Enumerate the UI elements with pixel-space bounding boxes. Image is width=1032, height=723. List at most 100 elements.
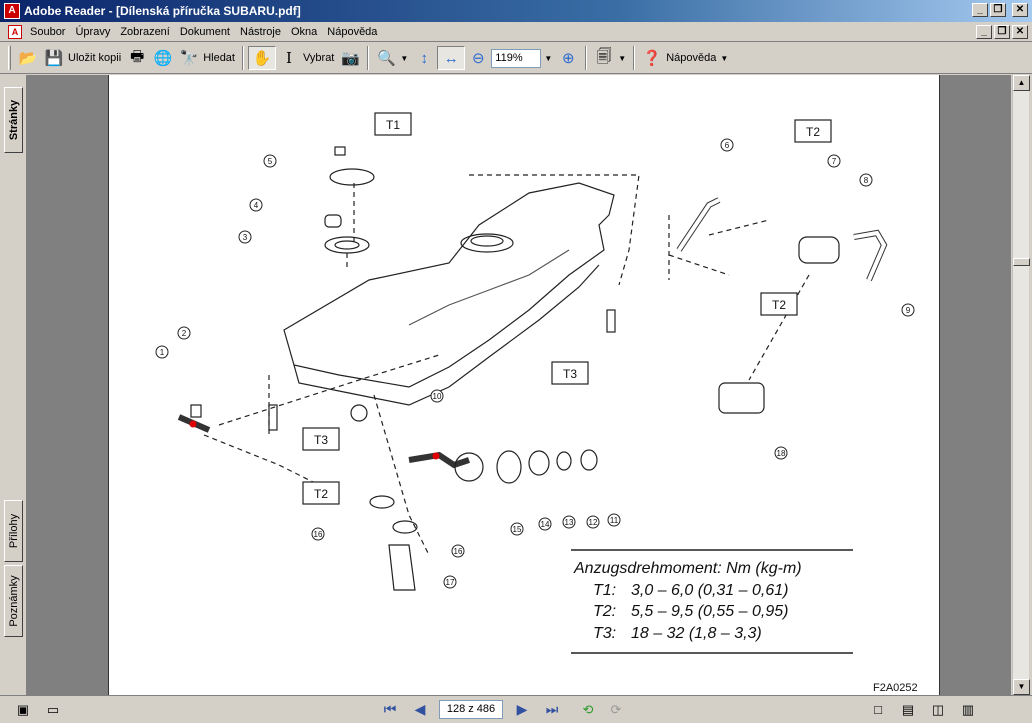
chevron-down-icon[interactable]: ▼ bbox=[720, 54, 728, 63]
first-page-icon[interactable]: ⏮ bbox=[379, 699, 401, 721]
pump-part-4a bbox=[324, 214, 342, 228]
part-number: 9 bbox=[906, 306, 911, 315]
toolbar-grip[interactable] bbox=[8, 46, 11, 70]
doc-restore-button[interactable]: ❐ bbox=[994, 25, 1010, 39]
print-button[interactable]: 🖶 bbox=[124, 46, 150, 70]
fuel-tank-outline bbox=[283, 182, 615, 388]
single-page-view-icon[interactable]: □ bbox=[867, 699, 889, 721]
menu-window[interactable]: Okna bbox=[286, 22, 322, 42]
torque-label-t1: T1: bbox=[593, 582, 616, 599]
doc-close-button[interactable]: ✕ bbox=[1012, 25, 1028, 39]
part-number: 10 bbox=[433, 392, 442, 401]
zoom-input[interactable]: 119% bbox=[491, 48, 542, 68]
go-back-icon[interactable]: ⟲ bbox=[577, 699, 599, 721]
next-page-icon[interactable]: ▶ bbox=[511, 699, 533, 721]
zoom-in-button[interactable]: ⊕ bbox=[555, 46, 581, 70]
assembly-line bbox=[346, 183, 355, 270]
continuous-facing-view-icon[interactable]: ▥ bbox=[957, 699, 979, 721]
text-cursor-icon: I bbox=[286, 49, 292, 67]
callout-label: T3 bbox=[314, 433, 328, 447]
scroll-thumb[interactable] bbox=[1013, 258, 1030, 266]
document-view[interactable]: T1 T2 T2 T3 T3 T2 1 2 3 4 5 6 7 8 9 10 1… bbox=[26, 75, 1011, 695]
tab-pages[interactable]: Stránky bbox=[4, 87, 23, 153]
document-icon[interactable]: A bbox=[8, 24, 22, 39]
ring-14 bbox=[496, 450, 522, 484]
hand-tool-button[interactable]: ✋ bbox=[247, 46, 276, 70]
menu-edit[interactable]: Úpravy bbox=[70, 22, 115, 42]
tab-pages-label: Stránky bbox=[7, 99, 20, 141]
menu-document[interactable]: Dokument bbox=[175, 22, 235, 42]
snapshot-tool-button[interactable]: 📷 bbox=[337, 46, 363, 70]
minimize-button[interactable]: _ bbox=[972, 3, 988, 17]
sender-unit-5 bbox=[329, 168, 375, 186]
vertical-scrollbar[interactable]: ▲ ▼ bbox=[1012, 75, 1030, 695]
callout-label: T2 bbox=[314, 487, 328, 501]
email-globe-icon: 🌐 bbox=[153, 50, 173, 67]
fuel-tank-seam bbox=[408, 249, 570, 326]
part-number: 16 bbox=[454, 547, 463, 556]
window-title: Adobe Reader - [Dílenská příručka SUBARU… bbox=[24, 4, 301, 18]
fit-page-button[interactable]: ↕ bbox=[411, 46, 437, 70]
page-size-icon[interactable]: ▭ bbox=[42, 699, 64, 721]
doc-minimize-button[interactable]: _ bbox=[976, 25, 992, 39]
restore-button[interactable]: ❐ bbox=[990, 3, 1006, 17]
save-copy-button[interactable]: 💾 Uložit kopii bbox=[41, 46, 124, 70]
fit-width-icon: ↔ bbox=[443, 49, 459, 67]
assembly-line bbox=[469, 174, 640, 286]
rotate-button[interactable]: 🗐 ▼ bbox=[591, 46, 629, 70]
clamp-16a bbox=[369, 495, 395, 509]
ring-12 bbox=[556, 451, 572, 471]
menu-tools[interactable]: Nástroje bbox=[235, 22, 286, 42]
menu-help[interactable]: Nápověda bbox=[322, 22, 382, 42]
save-copy-label: Uložit kopii bbox=[68, 52, 122, 64]
navigation-pane: Stránky Přílohy Poznámky bbox=[0, 75, 26, 695]
torque-value-t3: 18 – 32 (1,8 – 3,3) bbox=[631, 625, 762, 642]
fuel-tank-exploded-diagram: T1 T2 T2 T3 T3 T2 1 2 3 4 5 6 7 8 9 10 1… bbox=[155, 112, 918, 694]
bolt-t3-right bbox=[606, 309, 616, 333]
zoom-out-button[interactable]: ⊖ bbox=[465, 46, 491, 70]
last-page-icon[interactable]: ⏭ bbox=[541, 699, 563, 721]
grommet-10 bbox=[350, 404, 368, 422]
tab-notes[interactable]: Poznámky bbox=[4, 565, 23, 637]
thumbnails-toggle-icon[interactable]: ▣ bbox=[12, 699, 34, 721]
clip-2 bbox=[190, 404, 202, 418]
help-button[interactable]: ❓ Nápověda ▼ bbox=[639, 46, 731, 70]
email-button[interactable]: 🌐 bbox=[150, 46, 176, 70]
part-number: 18 bbox=[777, 449, 786, 458]
fit-page-icon: ↕ bbox=[420, 49, 429, 67]
fit-width-button[interactable]: ↔ bbox=[437, 46, 466, 70]
tab-attachments-label: Přílohy bbox=[7, 513, 20, 549]
tab-attachments[interactable]: Přílohy bbox=[4, 500, 23, 562]
open-button[interactable]: 📂 bbox=[15, 46, 41, 70]
part-number: 11 bbox=[610, 516, 619, 525]
gasket-4 bbox=[324, 236, 370, 254]
chevron-down-icon[interactable]: ▼ bbox=[618, 54, 626, 63]
part-number: 8 bbox=[864, 176, 869, 185]
facing-view-icon[interactable]: ◫ bbox=[927, 699, 949, 721]
chevron-down-icon[interactable]: ▼ bbox=[400, 54, 408, 63]
zoom-dropdown-icon[interactable]: ▼ bbox=[541, 49, 555, 68]
pdf-page[interactable]: T1 T2 T2 T3 T3 T2 1 2 3 4 5 6 7 8 9 10 1… bbox=[108, 75, 940, 695]
cap-11 bbox=[580, 449, 598, 471]
continuous-view-icon[interactable]: ▤ bbox=[897, 699, 919, 721]
select-tool-button[interactable]: I Vybrat bbox=[276, 46, 337, 70]
printer-icon: 🖶 bbox=[130, 47, 145, 65]
page-number-input[interactable]: 128 z 486 bbox=[439, 700, 503, 719]
status-bar: ▣ ▭ ⏮ ◀ 128 z 486 ▶ ⏭ ⟲ ⟳ □ ▤ ◫ ▥ bbox=[0, 695, 1032, 723]
search-button[interactable]: 🔭 Hledat bbox=[176, 46, 238, 70]
hose-17 bbox=[388, 544, 416, 591]
scroll-down-button[interactable]: ▼ bbox=[1013, 679, 1030, 695]
assembly-line bbox=[203, 354, 440, 486]
marker-dot bbox=[432, 452, 440, 460]
previous-page-icon[interactable]: ◀ bbox=[409, 699, 431, 721]
torque-label-t2: T2: bbox=[593, 603, 616, 620]
scroll-up-button[interactable]: ▲ bbox=[1013, 75, 1030, 91]
zoom-tool-button[interactable]: 🔍 ▼ bbox=[373, 46, 411, 70]
go-forward-icon[interactable]: ⟳ bbox=[605, 699, 627, 721]
part-number: 5 bbox=[268, 157, 273, 166]
bolt-t1 bbox=[334, 146, 346, 156]
menu-view[interactable]: Zobrazení bbox=[115, 22, 175, 42]
close-button[interactable]: ✕ bbox=[1012, 3, 1028, 17]
menu-file[interactable]: Soubor bbox=[25, 22, 70, 42]
gasket-4-inner bbox=[334, 240, 360, 250]
